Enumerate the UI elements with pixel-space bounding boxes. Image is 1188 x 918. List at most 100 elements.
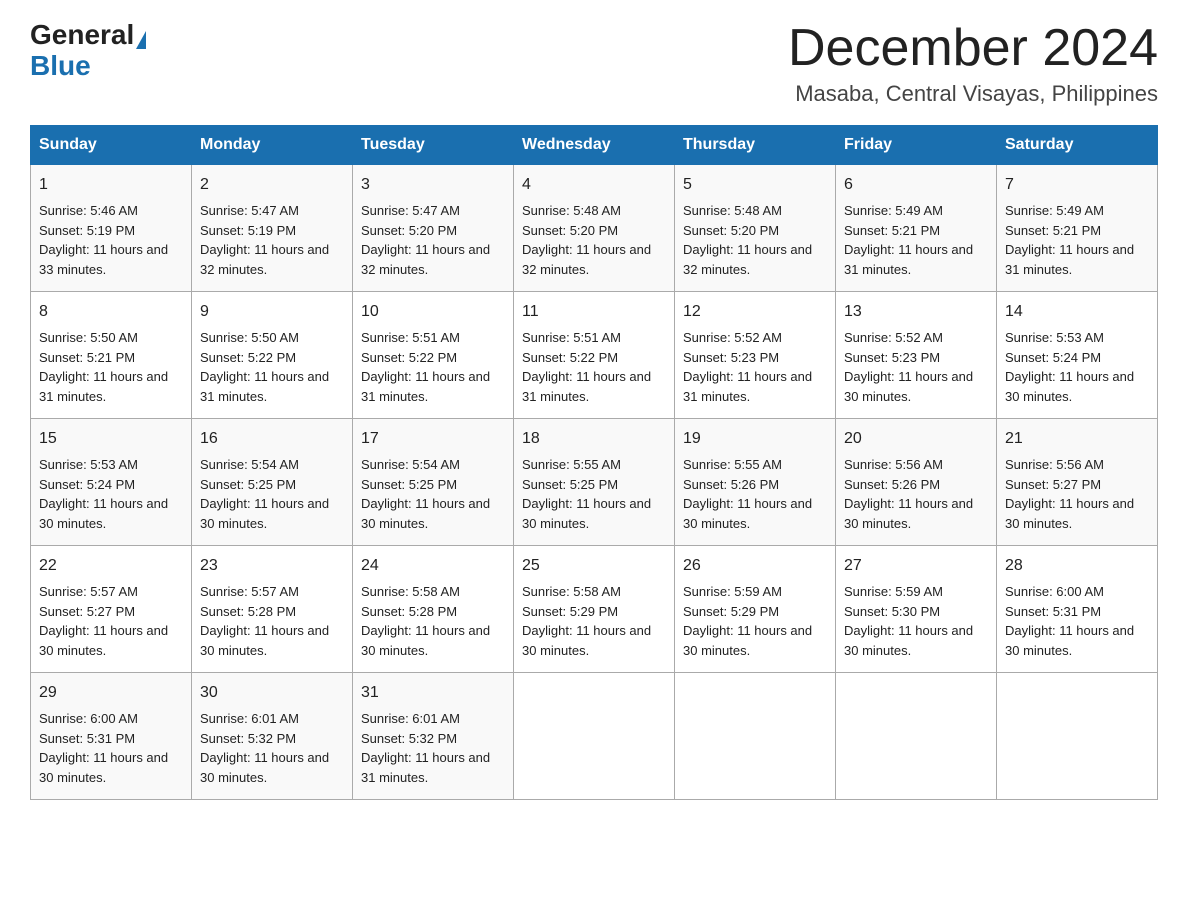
header-friday: Friday [836, 126, 997, 165]
day-number: 8 [39, 300, 183, 324]
day-info: Sunrise: 5:47 AMSunset: 5:20 PMDaylight:… [361, 201, 505, 279]
calendar-cell: 14 Sunrise: 5:53 AMSunset: 5:24 PMDayligh… [997, 292, 1158, 419]
day-info: Sunrise: 6:01 AMSunset: 5:32 PMDaylight:… [200, 709, 344, 787]
calendar-cell [836, 673, 997, 800]
day-info: Sunrise: 5:54 AMSunset: 5:25 PMDaylight:… [200, 455, 344, 533]
day-number: 13 [844, 300, 988, 324]
calendar-cell: 24Sunrise: 5:58 AMSunset: 5:28 PMDayligh… [353, 546, 514, 673]
day-number: 7 [1005, 173, 1149, 197]
calendar-cell: 28Sunrise: 6:00 AMSunset: 5:31 PMDayligh… [997, 546, 1158, 673]
day-info: Sunrise: 5:57 AMSunset: 5:27 PMDaylight:… [39, 582, 183, 660]
day-number: 30 [200, 681, 344, 705]
day-info: Sunrise: 5:49 AMSunset: 5:21 PMDaylight:… [844, 201, 988, 279]
day-number: 9 [200, 300, 344, 324]
day-number: 2 [200, 173, 344, 197]
week-row-2: 8 Sunrise: 5:50 AMSunset: 5:21 PMDaylight… [31, 292, 1158, 419]
day-number: 6 [844, 173, 988, 197]
month-title: December 2024 [788, 20, 1158, 77]
week-row-5: 29 Sunrise: 6:00 AMSunset: 5:31 PMDayligh… [31, 673, 1158, 800]
day-number: 14 [1005, 300, 1149, 324]
day-info: Sunrise: 5:59 AMSunset: 5:29 PMDaylight:… [683, 582, 827, 660]
header-monday: Monday [192, 126, 353, 165]
day-info: Sunrise: 5:55 AMSunset: 5:25 PMDaylight:… [522, 455, 666, 533]
logo-triangle-icon [136, 31, 146, 49]
calendar-cell [997, 673, 1158, 800]
day-number: 1 [39, 173, 183, 197]
calendar-cell: 22 Sunrise: 5:57 AMSunset: 5:27 PMDayligh… [31, 546, 192, 673]
day-info: Sunrise: 5:52 AMSunset: 5:23 PMDaylight:… [683, 328, 827, 406]
day-info: Sunrise: 5:56 AMSunset: 5:26 PMDaylight:… [844, 455, 988, 533]
calendar-cell: 17Sunrise: 5:54 AMSunset: 5:25 PMDayligh… [353, 419, 514, 546]
day-number: 22 [39, 554, 183, 578]
day-info: Sunrise: 5:52 AMSunset: 5:23 PMDaylight:… [844, 328, 988, 406]
day-info: Sunrise: 5:48 AMSunset: 5:20 PMDaylight:… [683, 201, 827, 279]
calendar-cell: 19Sunrise: 5:55 AMSunset: 5:26 PMDayligh… [675, 419, 836, 546]
day-number: 18 [522, 427, 666, 451]
calendar-table: SundayMondayTuesdayWednesdayThursdayFrid… [30, 125, 1158, 800]
day-info: Sunrise: 5:46 AMSunset: 5:19 PMDaylight:… [39, 201, 183, 279]
calendar-cell: 6 Sunrise: 5:49 AMSunset: 5:21 PMDaylight… [836, 165, 997, 292]
day-info: Sunrise: 5:47 AMSunset: 5:19 PMDaylight:… [200, 201, 344, 279]
logo-general-text: General [30, 19, 134, 50]
day-number: 3 [361, 173, 505, 197]
calendar-cell: 7Sunrise: 5:49 AMSunset: 5:21 PMDaylight… [997, 165, 1158, 292]
day-number: 29 [39, 681, 183, 705]
day-info: Sunrise: 5:53 AMSunset: 5:24 PMDaylight:… [1005, 328, 1149, 406]
day-info: Sunrise: 5:51 AMSunset: 5:22 PMDaylight:… [361, 328, 505, 406]
calendar-cell: 31 Sunrise: 6:01 AMSunset: 5:32 PMDayligh… [353, 673, 514, 800]
day-number: 26 [683, 554, 827, 578]
day-info: Sunrise: 6:00 AMSunset: 5:31 PMDaylight:… [1005, 582, 1149, 660]
calendar-cell: 29 Sunrise: 6:00 AMSunset: 5:31 PMDayligh… [31, 673, 192, 800]
day-info: Sunrise: 6:00 AMSunset: 5:31 PMDaylight:… [39, 709, 183, 787]
header-sunday: Sunday [31, 126, 192, 165]
calendar-cell: 30 Sunrise: 6:01 AMSunset: 5:32 PMDayligh… [192, 673, 353, 800]
header-wednesday: Wednesday [514, 126, 675, 165]
day-number: 20 [844, 427, 988, 451]
calendar-cell: 9 Sunrise: 5:50 AMSunset: 5:22 PMDaylight… [192, 292, 353, 419]
logo-top-line: General [30, 20, 146, 51]
day-info: Sunrise: 5:50 AMSunset: 5:21 PMDaylight:… [39, 328, 183, 406]
day-number: 16 [200, 427, 344, 451]
header-saturday: Saturday [997, 126, 1158, 165]
day-number: 12 [683, 300, 827, 324]
calendar-cell: 16 Sunrise: 5:54 AMSunset: 5:25 PMDayligh… [192, 419, 353, 546]
calendar-cell: 3 Sunrise: 5:47 AMSunset: 5:20 PMDaylight… [353, 165, 514, 292]
calendar-cell: 27Sunrise: 5:59 AMSunset: 5:30 PMDayligh… [836, 546, 997, 673]
header-tuesday: Tuesday [353, 126, 514, 165]
calendar-cell: 8 Sunrise: 5:50 AMSunset: 5:21 PMDaylight… [31, 292, 192, 419]
day-number: 23 [200, 554, 344, 578]
day-info: Sunrise: 6:01 AMSunset: 5:32 PMDaylight:… [361, 709, 505, 787]
calendar-cell: 26 Sunrise: 5:59 AMSunset: 5:29 PMDayligh… [675, 546, 836, 673]
day-info: Sunrise: 5:48 AMSunset: 5:20 PMDaylight:… [522, 201, 666, 279]
day-number: 10 [361, 300, 505, 324]
day-number: 5 [683, 173, 827, 197]
day-number: 15 [39, 427, 183, 451]
week-row-4: 22 Sunrise: 5:57 AMSunset: 5:27 PMDayligh… [31, 546, 1158, 673]
calendar-cell: 10 Sunrise: 5:51 AMSunset: 5:22 PMDayligh… [353, 292, 514, 419]
logo-blue-text: Blue [30, 50, 91, 81]
title-block: December 2024 Masaba, Central Visayas, P… [788, 20, 1158, 107]
day-info: Sunrise: 5:53 AMSunset: 5:24 PMDaylight:… [39, 455, 183, 533]
calendar-cell [675, 673, 836, 800]
calendar-cell: 25Sunrise: 5:58 AMSunset: 5:29 PMDayligh… [514, 546, 675, 673]
day-number: 11 [522, 300, 666, 324]
day-number: 27 [844, 554, 988, 578]
day-info: Sunrise: 5:57 AMSunset: 5:28 PMDaylight:… [200, 582, 344, 660]
calendar-cell: 1 Sunrise: 5:46 AMSunset: 5:19 PMDaylight… [31, 165, 192, 292]
day-info: Sunrise: 5:51 AMSunset: 5:22 PMDaylight:… [522, 328, 666, 406]
calendar-cell: 20 Sunrise: 5:56 AMSunset: 5:26 PMDayligh… [836, 419, 997, 546]
day-number: 25 [522, 554, 666, 578]
day-info: Sunrise: 5:54 AMSunset: 5:25 PMDaylight:… [361, 455, 505, 533]
week-row-1: 1 Sunrise: 5:46 AMSunset: 5:19 PMDaylight… [31, 165, 1158, 292]
calendar-cell: 2 Sunrise: 5:47 AMSunset: 5:19 PMDaylight… [192, 165, 353, 292]
day-info: Sunrise: 5:56 AMSunset: 5:27 PMDaylight:… [1005, 455, 1149, 533]
calendar-cell [514, 673, 675, 800]
calendar-cell: 13 Sunrise: 5:52 AMSunset: 5:23 PMDayligh… [836, 292, 997, 419]
page-header: General Blue December 2024 Masaba, Centr… [30, 20, 1158, 107]
day-info: Sunrise: 5:50 AMSunset: 5:22 PMDaylight:… [200, 328, 344, 406]
calendar-cell: 23 Sunrise: 5:57 AMSunset: 5:28 PMDayligh… [192, 546, 353, 673]
logo: General Blue [30, 20, 146, 82]
day-info: Sunrise: 5:58 AMSunset: 5:28 PMDaylight:… [361, 582, 505, 660]
day-number: 31 [361, 681, 505, 705]
week-row-3: 15 Sunrise: 5:53 AMSunset: 5:24 PMDayligh… [31, 419, 1158, 546]
